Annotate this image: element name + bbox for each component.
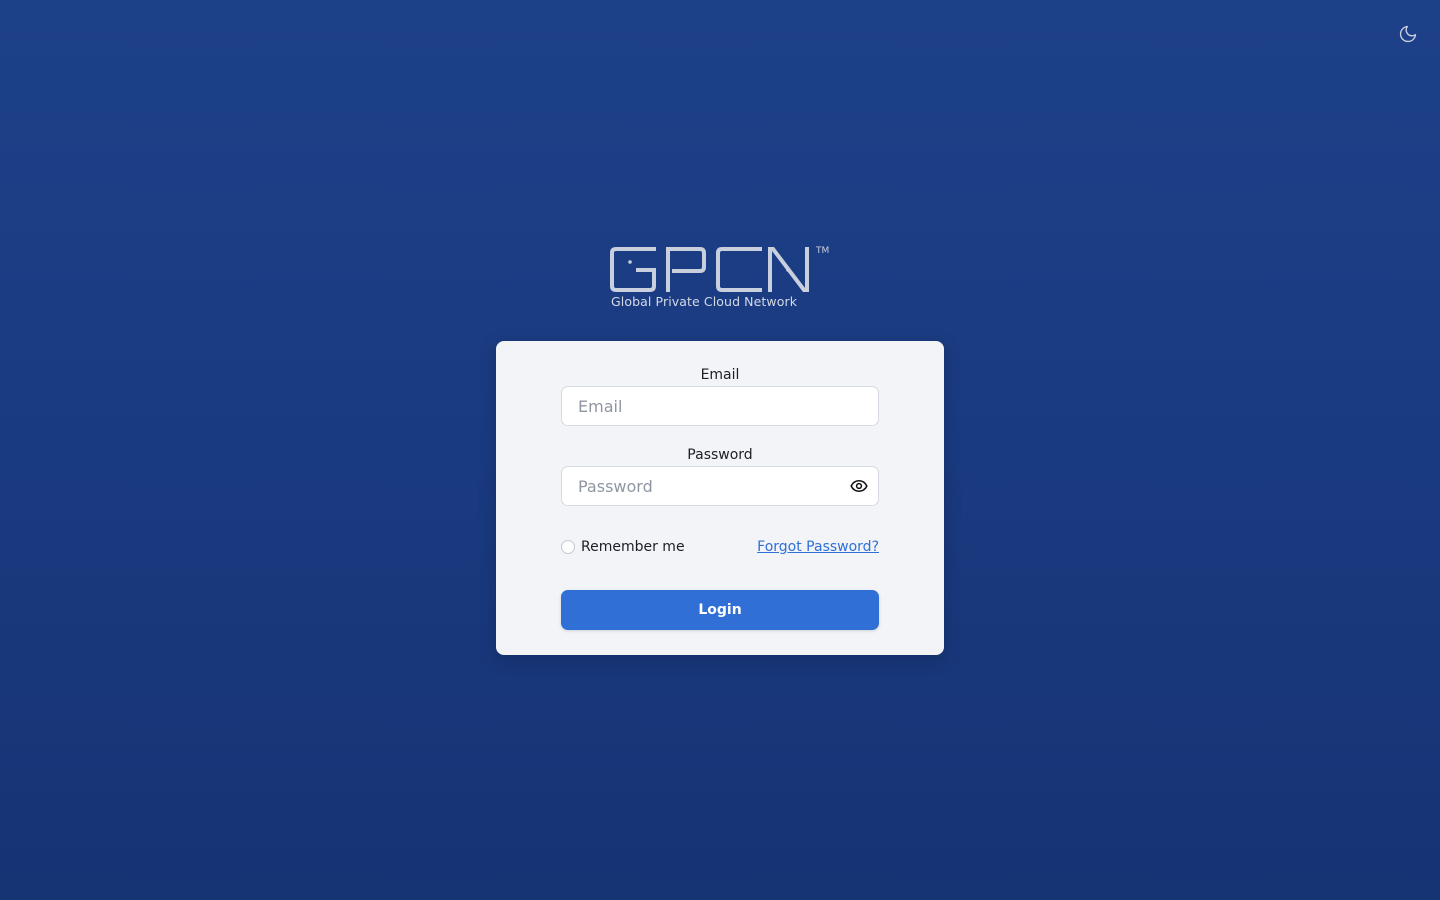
password-field-container [561, 466, 879, 506]
login-button[interactable]: Login [561, 590, 879, 630]
trademark-mark: TM [816, 246, 830, 256]
password-label: Password [687, 447, 753, 463]
forgot-password-link[interactable]: Forgot Password? [757, 539, 879, 555]
login-card: Email Password Remember me Forgot Passwo… [496, 341, 944, 655]
remember-me-checkbox[interactable] [561, 540, 575, 554]
email-label: Email [700, 367, 740, 383]
email-field-container [561, 386, 879, 426]
theme-toggle-button[interactable] [1394, 20, 1422, 48]
logo-wordmark [610, 247, 809, 292]
remember-me-label: Remember me [581, 539, 685, 555]
password-input[interactable] [562, 468, 838, 504]
remember-me-toggle[interactable]: Remember me [561, 539, 685, 555]
email-input[interactable] [562, 388, 838, 424]
gpcn-logo: TM Global Private Cloud Network [608, 244, 832, 312]
moon-icon [1399, 25, 1417, 43]
eye-icon[interactable] [850, 477, 868, 495]
logo-tagline: Global Private Cloud Network [611, 294, 798, 309]
